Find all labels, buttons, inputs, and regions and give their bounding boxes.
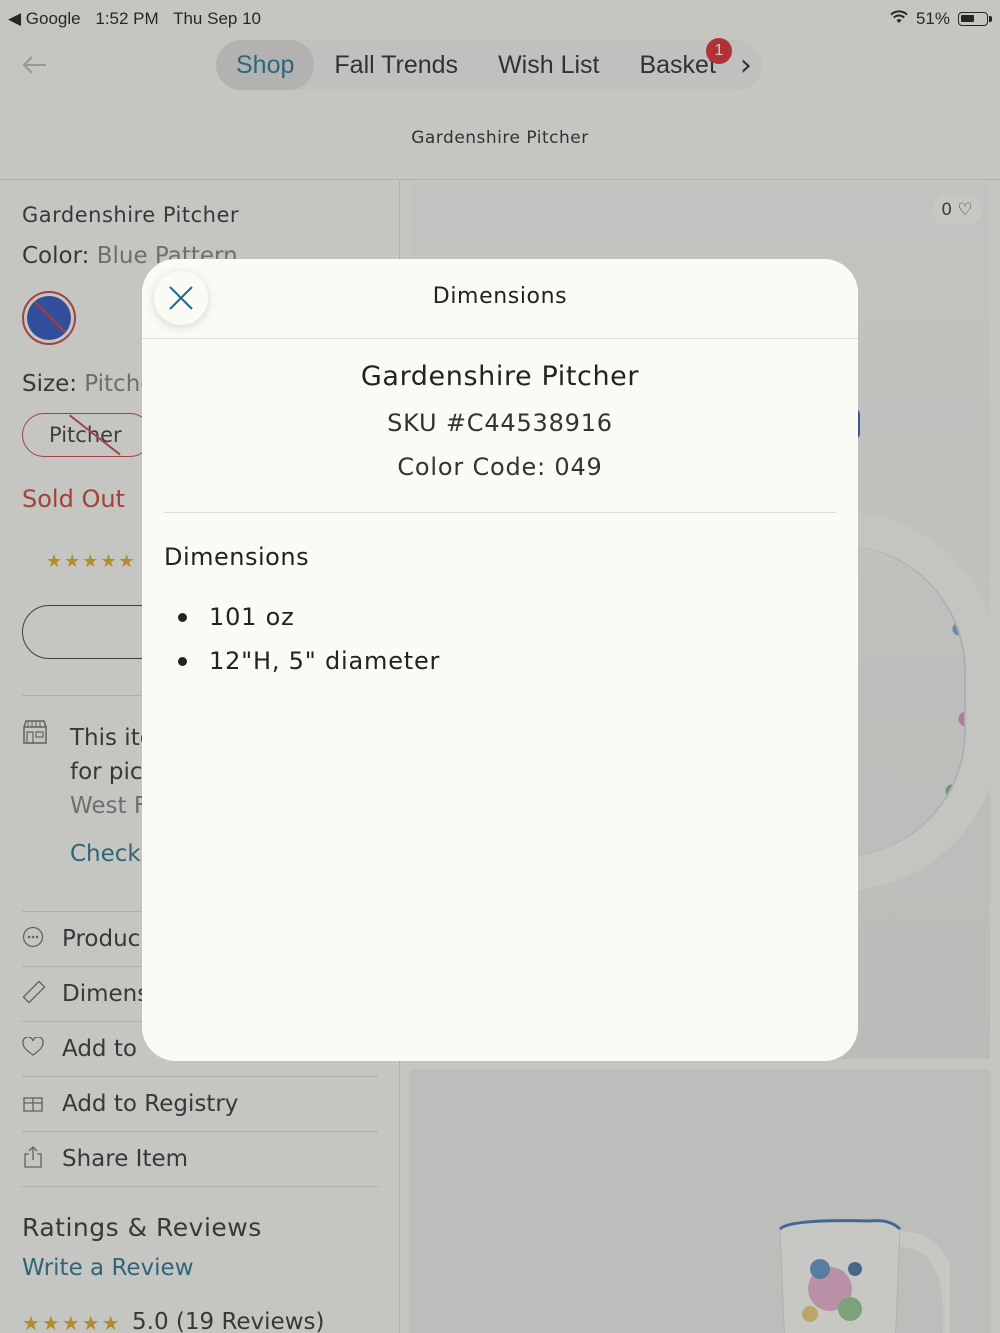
dimensions-list: 101 oz 12"H, 5" diameter [178,595,440,683]
dimensions-modal: Dimensions Gardenshire Pitcher SKU #C445… [142,259,858,1061]
close-button[interactable] [154,271,208,325]
modal-title: Dimensions [432,284,568,309]
modal-product-name: Gardenshire Pitcher [360,361,640,392]
list-item: 12"H, 5" diameter [178,639,440,683]
modal-color-code: Color Code: 049 [397,453,603,481]
dimensions-heading: Dimensions [164,543,310,571]
modal-header: Dimensions [142,259,858,339]
bullet-icon [178,656,187,666]
close-icon [169,286,193,310]
divider [164,512,836,513]
bullet-icon [178,612,187,622]
dimension-value: 12"H, 5" diameter [209,647,441,675]
modal-product-sku: SKU #C44538916 [387,409,613,437]
dimension-value: 101 oz [209,603,295,631]
list-item: 101 oz [178,595,440,639]
